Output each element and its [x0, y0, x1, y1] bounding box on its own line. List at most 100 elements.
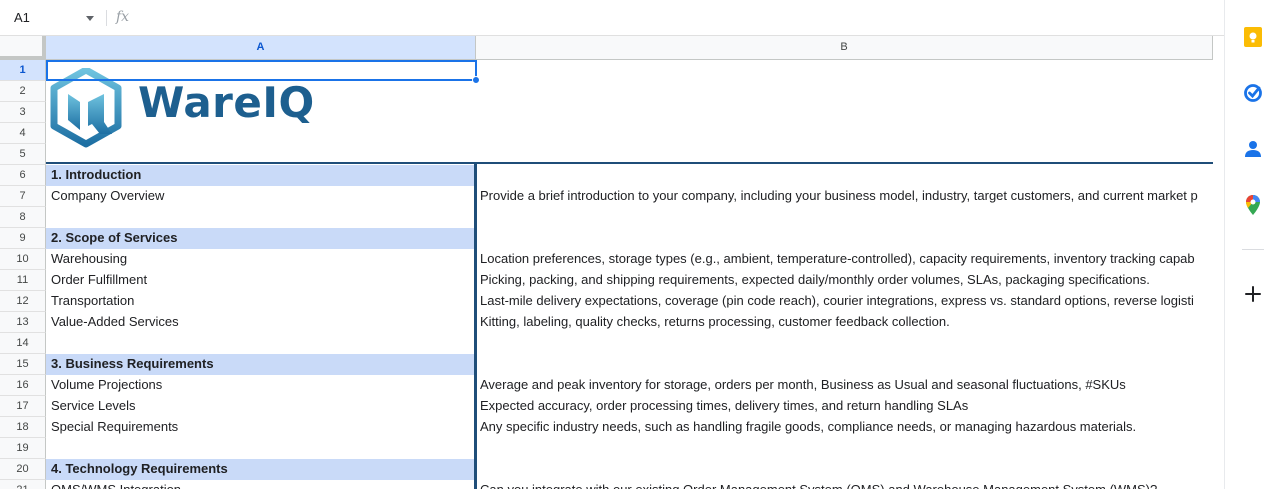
contacts-icon[interactable]: [1242, 138, 1264, 160]
cell-a19[interactable]: [46, 438, 476, 459]
formula-bar-divider: [106, 10, 107, 26]
cell-a12[interactable]: Transportation: [46, 291, 476, 312]
table-row: Company Overview Provide a brief introduc…: [46, 186, 1213, 207]
tasks-icon[interactable]: [1242, 82, 1264, 104]
cell-b11[interactable]: Picking, packing, and shipping requireme…: [476, 270, 1213, 291]
cell-b13[interactable]: Kitting, labeling, quality checks, retur…: [476, 312, 1213, 333]
row-headers: 123456789101112131415161718192021: [0, 60, 46, 489]
cell-b14[interactable]: [476, 333, 1213, 354]
table-row: Order Fulfillment Picking, packing, and s…: [46, 270, 1213, 291]
row-header-19[interactable]: 19: [0, 438, 46, 459]
cell-a11[interactable]: Order Fulfillment: [46, 270, 476, 291]
table-row: [46, 333, 1213, 354]
add-icon[interactable]: [1242, 283, 1264, 305]
cell-a-text: Company Overview: [51, 188, 165, 203]
cell-a-text: Special Requirements: [51, 419, 179, 434]
formula-input[interactable]: [142, 6, 1212, 30]
cell-b8[interactable]: [476, 207, 1213, 228]
cell-b20[interactable]: [476, 459, 1213, 480]
column-header-a[interactable]: A: [46, 36, 476, 60]
cell-a13[interactable]: Value-Added Services: [46, 312, 476, 333]
column-divider-border: [474, 163, 477, 489]
section-row: 1. Introduction: [46, 165, 1213, 186]
cell-b21[interactable]: Can you integrate with our existing Orde…: [476, 480, 1213, 489]
fill-handle[interactable]: [472, 76, 480, 84]
cell-a16[interactable]: Volume Projections: [46, 375, 476, 396]
cell-a10[interactable]: Warehousing: [46, 249, 476, 270]
cell-a-text: 3. Business Requirements: [51, 356, 214, 371]
row-header-12[interactable]: 12: [0, 291, 46, 312]
cell-b15[interactable]: [476, 354, 1213, 375]
cell-b1[interactable]: [476, 60, 1213, 81]
row-header-4[interactable]: 4: [0, 123, 46, 144]
row-header-1[interactable]: 1: [0, 60, 46, 81]
table-row: OMS/WMS Integration Can you integrate wit…: [46, 480, 1213, 489]
cell-b9[interactable]: [476, 228, 1213, 249]
cell-b2[interactable]: [476, 81, 1213, 102]
table-row: Special Requirements Any specific industr…: [46, 417, 1213, 438]
row-header-11[interactable]: 11: [0, 270, 46, 291]
sheet-grid: A B 123456789101112131415161718192021 1.…: [0, 36, 1213, 489]
maps-icon[interactable]: [1242, 194, 1264, 216]
cell-b7[interactable]: Provide a brief introduction to your com…: [476, 186, 1213, 207]
cells-area: 1. Introduction Company Overview Provide a…: [46, 60, 1213, 489]
row-header-17[interactable]: 17: [0, 396, 46, 417]
row-header-13[interactable]: 13: [0, 312, 46, 333]
row-header-5[interactable]: 5: [0, 144, 46, 165]
column-header-b[interactable]: B: [476, 36, 1213, 60]
cell-a-text: Warehousing: [51, 251, 128, 266]
row-header-16[interactable]: 16: [0, 375, 46, 396]
cell-a17[interactable]: Service Levels: [46, 396, 476, 417]
cell-b3[interactable]: [476, 102, 1213, 123]
table-row: Warehousing Location preferences, storage…: [46, 249, 1213, 270]
keep-icon[interactable]: [1242, 26, 1264, 48]
cell-a-text: 4. Technology Requirements: [51, 461, 228, 476]
cell-a6[interactable]: 1. Introduction: [46, 165, 476, 186]
table-row: [46, 207, 1213, 228]
cell-b16[interactable]: Average and peak inventory for storage, …: [476, 375, 1213, 396]
cell-b6[interactable]: [476, 165, 1213, 186]
selected-cell-a1[interactable]: [46, 60, 477, 81]
name-box-dropdown-icon[interactable]: [86, 16, 94, 21]
row-header-14[interactable]: 14: [0, 333, 46, 354]
cell-a15[interactable]: 3. Business Requirements: [46, 354, 476, 375]
section-row: 2. Scope of Services: [46, 228, 1213, 249]
wareiq-logo-text: WareIQ: [138, 78, 315, 127]
cell-b12[interactable]: Last-mile delivery expectations, coverag…: [476, 291, 1213, 312]
cell-a-text: Transportation: [51, 293, 135, 308]
cell-a-text: Value-Added Services: [51, 314, 179, 329]
vertical-scrollbar[interactable]: [1213, 36, 1224, 489]
row-header-7[interactable]: 7: [0, 186, 46, 207]
cell-b19[interactable]: [476, 438, 1213, 459]
name-box[interactable]: A1: [0, 6, 100, 30]
cell-a14[interactable]: [46, 333, 476, 354]
cell-a21[interactable]: OMS/WMS Integration: [46, 480, 476, 489]
row-header-18[interactable]: 18: [0, 417, 46, 438]
row-header-10[interactable]: 10: [0, 249, 46, 270]
row-header-9[interactable]: 9: [0, 228, 46, 249]
cell-a9[interactable]: 2. Scope of Services: [46, 228, 476, 249]
cell-a-text: Service Levels: [51, 398, 136, 413]
cell-b18[interactable]: Any specific industry needs, such as han…: [476, 417, 1213, 438]
table-row: Value-Added Services Kitting, labeling, q…: [46, 312, 1213, 333]
row-header-3[interactable]: 3: [0, 102, 46, 123]
table-row: Transportation Last-mile delivery expecta…: [46, 291, 1213, 312]
cell-b4[interactable]: [476, 123, 1213, 144]
cell-a7[interactable]: Company Overview: [46, 186, 476, 207]
cell-b10[interactable]: Location preferences, storage types (e.g…: [476, 249, 1213, 270]
cell-a-text: OMS/WMS Integration: [51, 482, 181, 489]
cell-a18[interactable]: Special Requirements: [46, 417, 476, 438]
table-row: Volume Projections Average and peak inven…: [46, 375, 1213, 396]
cell-a8[interactable]: [46, 207, 476, 228]
cell-b17[interactable]: Expected accuracy, order processing time…: [476, 396, 1213, 417]
select-all-corner[interactable]: [0, 36, 46, 60]
row-header-2[interactable]: 2: [0, 81, 46, 102]
row-header-6[interactable]: 6: [0, 165, 46, 186]
row-header-15[interactable]: 15: [0, 354, 46, 375]
section-row: 4. Technology Requirements: [46, 459, 1213, 480]
row-header-21[interactable]: 21: [0, 480, 46, 489]
row-header-8[interactable]: 8: [0, 207, 46, 228]
cell-a20[interactable]: 4. Technology Requirements: [46, 459, 476, 480]
row-header-20[interactable]: 20: [0, 459, 46, 480]
table-row: [46, 438, 1213, 459]
